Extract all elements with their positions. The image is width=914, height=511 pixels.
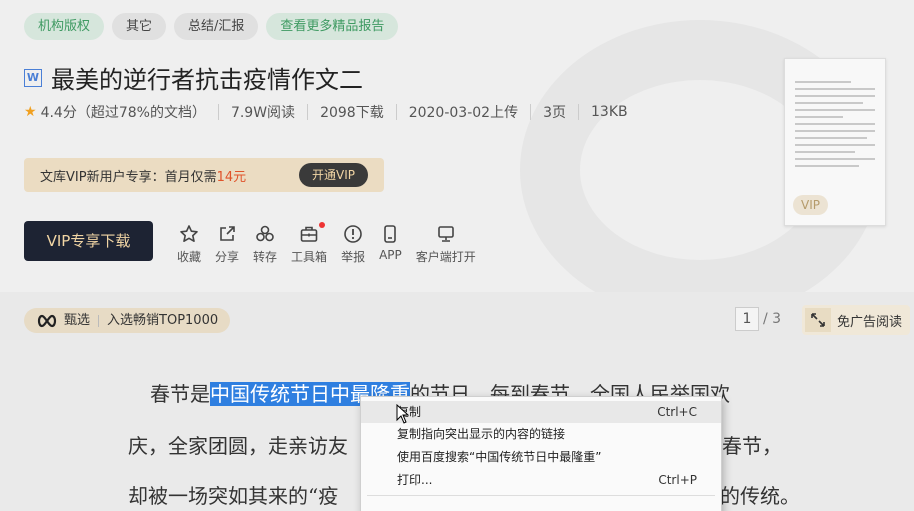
menu-item-copy-link[interactable]: 复制指向突出显示的内容的链接 (361, 423, 721, 445)
tool-label: 分享 (215, 250, 240, 264)
curated-badge[interactable]: 甄选 入选畅销TOP1000 (24, 308, 231, 333)
tool-label: 收藏 (177, 250, 202, 264)
title-row: W 最美的逆行者抗击疫情作文二 (24, 60, 363, 95)
menu-separator (367, 495, 715, 496)
star-rating-icon: ★ (24, 104, 37, 120)
mouse-cursor-icon (396, 404, 410, 424)
file-size: 13KB (591, 104, 628, 120)
star-icon (180, 225, 198, 242)
download-count: 2098下载 (320, 105, 384, 121)
share-icon (220, 226, 235, 241)
tag-other[interactable]: 其它 (112, 13, 167, 40)
thumbnail-text (795, 81, 875, 172)
infinity-icon (37, 314, 57, 327)
paragraph-line-3-end: 的传统。 (720, 484, 800, 508)
rating-text: 4.4分（超过78%的文档） (40, 105, 206, 121)
monitor-icon (437, 226, 454, 242)
vip-download-button[interactable]: VIP专享下载 (24, 221, 153, 261)
report-icon (344, 225, 362, 243)
paragraph-line-2-end: 春节， (722, 434, 782, 458)
divider (578, 104, 579, 120)
vip-badge: VIP (793, 195, 828, 215)
share-button[interactable]: 分享 (215, 224, 239, 265)
divider (217, 104, 219, 120)
notification-dot (319, 222, 326, 228)
phone-icon (384, 225, 397, 243)
page-title: 最美的逆行者抗击疫情作文二 (51, 66, 363, 94)
expand-icon (805, 308, 831, 332)
document-thumbnail[interactable]: VIP (784, 58, 886, 226)
tool-label: 工具箱 (291, 250, 328, 264)
doc-meta: ★ 4.4分（超过78%的文档） 7.9W阅读 2098下载 2020-03-0… (24, 102, 628, 122)
transfer-button[interactable]: 转存 (253, 224, 277, 265)
read-count: 7.9W阅读 (230, 105, 296, 121)
curated-label: 甄选 (64, 313, 91, 328)
tool-label: 举报 (341, 250, 366, 264)
word-doc-icon: W (24, 68, 42, 87)
tag-list: 机构版权 其它 总结/汇报 查看更多精品报告 (24, 13, 399, 40)
tag-more-reports[interactable]: 查看更多精品报告 (266, 13, 399, 40)
toolbox-icon (300, 226, 318, 242)
tag-copyright[interactable]: 机构版权 (24, 13, 105, 40)
tag-summary[interactable]: 总结/汇报 (174, 13, 259, 40)
ad-free-label: 免广告阅读 (837, 314, 903, 330)
divider (530, 104, 532, 120)
transfer-icon (256, 225, 274, 242)
app-button[interactable]: APP (379, 224, 402, 265)
menu-item-search[interactable]: 使用百度搜索“中国传统节日中最隆重” (361, 446, 721, 468)
ad-free-reading-button[interactable]: 免广告阅读 (802, 305, 910, 335)
divider (98, 314, 100, 327)
current-page-input[interactable]: 1 (735, 307, 759, 331)
divider (307, 104, 309, 120)
report-button[interactable]: 举报 (341, 224, 365, 265)
menu-item-print[interactable]: 打印... Ctrl+P (361, 469, 721, 491)
desktop-client-button[interactable]: 客户端打开 (416, 224, 476, 265)
toolbox-button[interactable]: 工具箱 (291, 222, 328, 265)
toolbar: 收藏 分享 转存 工具箱 举报 APP 客户端打开 (177, 222, 490, 265)
vip-price: 14元 (216, 169, 247, 185)
page-indicator: 1 / 3 (735, 307, 781, 331)
total-pages: / 3 (763, 311, 782, 327)
tool-label: 客户端打开 (415, 250, 476, 264)
divider (395, 104, 397, 120)
context-menu: 复制 Ctrl+C 复制指向突出显示的内容的链接 使用百度搜索“中国传统节日中最… (360, 396, 722, 511)
upload-date: 2020-03-02上传 (408, 105, 519, 121)
curated-text: 入选畅销TOP1000 (107, 313, 219, 328)
favorite-button[interactable]: 收藏 (177, 224, 201, 265)
vip-promo-banner: 文库VIP新用户专享：首月仅需 14元 开通VIP (24, 158, 384, 192)
vip-promo-text: 文库VIP新用户专享：首月仅需 (40, 169, 217, 185)
shortcut: Ctrl+P (658, 473, 697, 487)
open-vip-button[interactable]: 开通VIP (299, 163, 368, 187)
document-header: 机构版权 其它 总结/汇报 查看更多精品报告 W 最美的逆行者抗击疫情作文二 ★… (0, 0, 914, 292)
tool-label: APP (379, 248, 402, 262)
menu-item-copy[interactable]: 复制 Ctrl+C (361, 401, 721, 423)
tool-label: 转存 (253, 250, 278, 264)
shortcut: Ctrl+C (657, 405, 697, 419)
page-count: 3页 (543, 105, 566, 121)
